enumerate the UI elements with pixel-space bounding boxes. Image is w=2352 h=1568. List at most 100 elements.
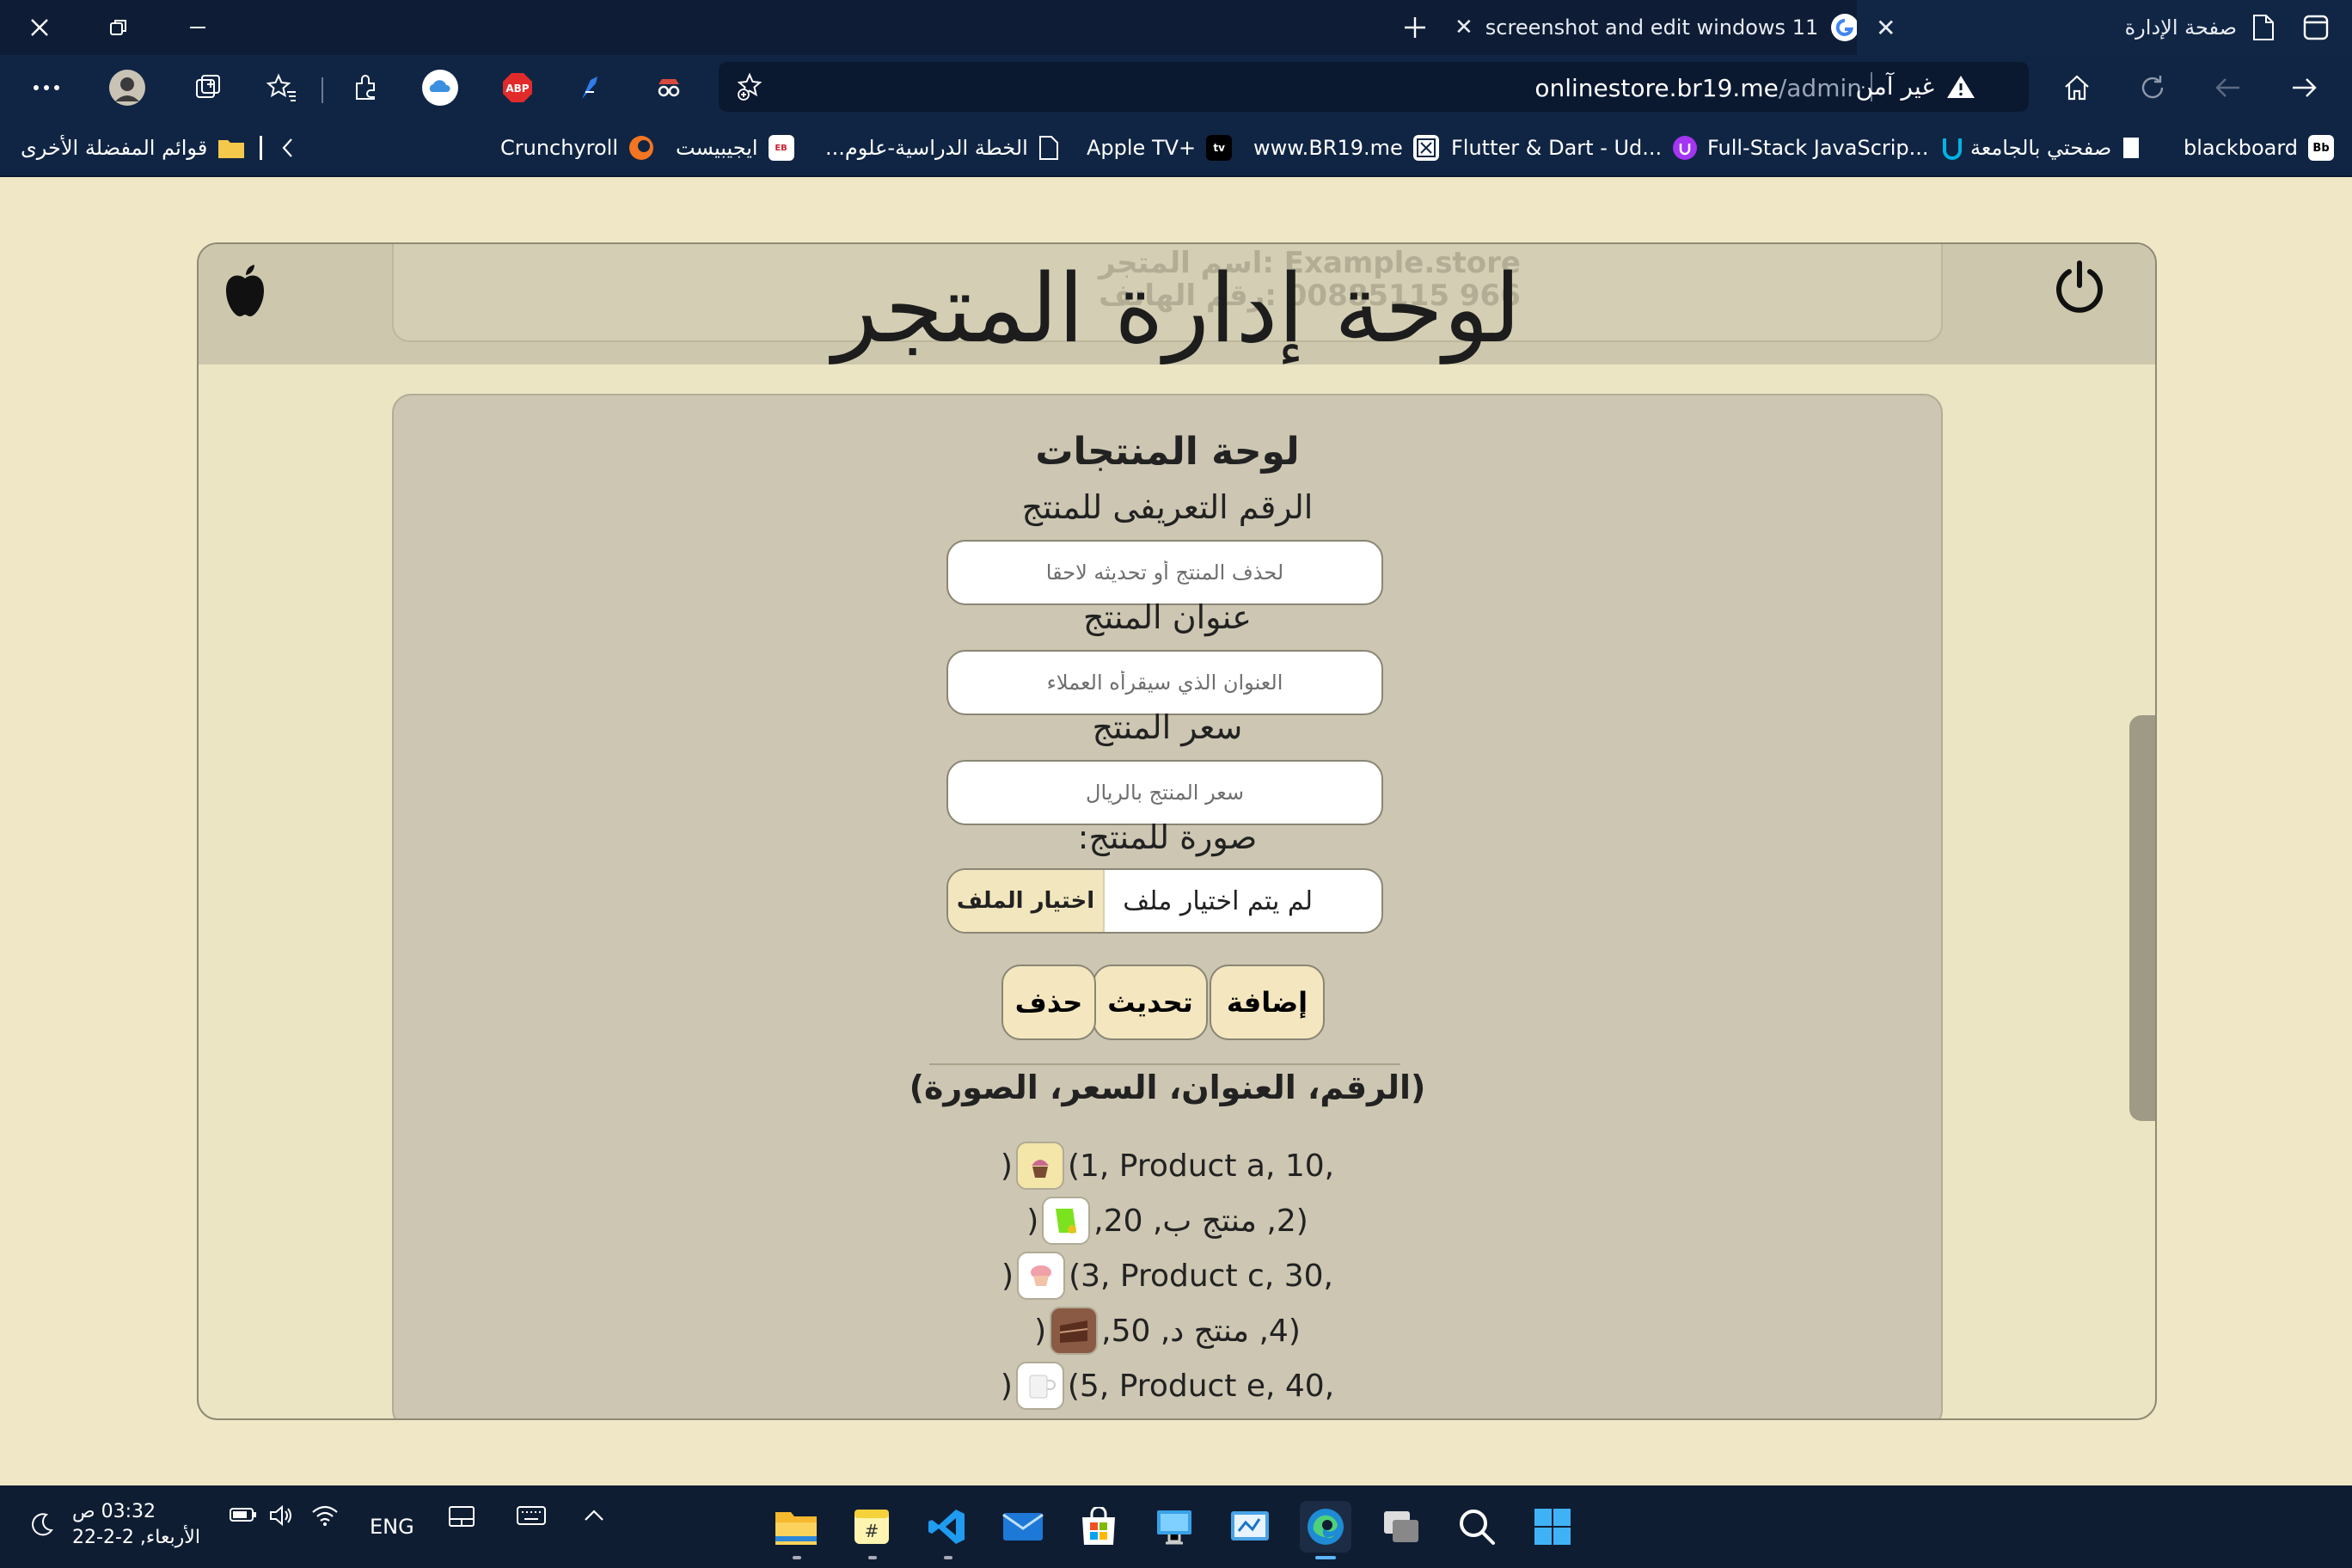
tab-screenshot[interactable]: ✕ screenshot and edit windows 11: [1455, 0, 1859, 55]
product-row: ) (4, منتج د, 50,: [394, 1305, 1941, 1357]
control-panel-icon[interactable]: [1224, 1501, 1276, 1553]
favorites-scroll-left[interactable]: [280, 129, 296, 167]
green-bag-thumbnail: [1042, 1197, 1091, 1245]
security-label: غير آمن: [1855, 72, 1934, 101]
collections-icon[interactable]: [187, 67, 229, 108]
pen-extension-icon[interactable]: [571, 67, 612, 108]
tab-actions-icon[interactable]: [2302, 14, 2330, 41]
add-button[interactable]: إضافة: [1210, 965, 1325, 1040]
show-hidden-icons[interactable]: [581, 1504, 607, 1527]
favorite-study-plan[interactable]: الخطة الدراسية-علوم...: [825, 129, 1059, 167]
security-indicator[interactable]: غير آمن: [1855, 72, 1975, 101]
product-price-input[interactable]: [946, 760, 1383, 825]
favorite-blackboard[interactable]: blackboard Bb: [2184, 129, 2335, 167]
favorite-egybest[interactable]: ايجيبيست EB: [676, 129, 794, 167]
sticky-notes-icon[interactable]: #: [846, 1501, 897, 1559]
refresh-icon[interactable]: [2132, 67, 2173, 108]
document-icon: [1038, 135, 1059, 161]
page-title: لوحة إدارة المتجر: [832, 254, 1522, 364]
notification-moon-icon[interactable]: [29, 1511, 55, 1537]
br19-icon: [1412, 135, 1439, 161]
favorites-icon[interactable]: [261, 67, 303, 108]
apple-tv-icon: tv: [1206, 135, 1233, 161]
microsoft-store-icon[interactable]: [1073, 1501, 1124, 1553]
delete-button[interactable]: حذف: [1001, 965, 1096, 1040]
other-favorites[interactable]: قوائم المفضلة الأخرى: [21, 129, 245, 167]
apple-logo-icon[interactable]: [221, 263, 269, 318]
battery-icon[interactable]: [229, 1504, 258, 1525]
back-icon[interactable]: [2283, 67, 2324, 108]
product-row: ) (5, Product e, 40,: [394, 1360, 1941, 1412]
forward-icon[interactable]: [2208, 67, 2249, 108]
google-favicon-icon: [1830, 13, 1859, 42]
profile-avatar[interactable]: [107, 67, 148, 108]
wifi-icon[interactable]: [311, 1504, 339, 1527]
favorite-apple-tv[interactable]: Apple TV+ tv: [1087, 129, 1233, 167]
window-close-icon[interactable]: [19, 7, 60, 48]
spy-extension-icon[interactable]: [648, 67, 689, 108]
favorites-divider: [260, 136, 262, 160]
taskbar: 03:32 ص الأربعاء, 2-2-22 ENG #: [0, 1485, 2352, 1568]
product-id-input[interactable]: [946, 540, 1383, 605]
task-view-icon[interactable]: [1375, 1501, 1427, 1553]
favorite-university-page[interactable]: صفحتي بالجامعة: [1970, 129, 2141, 167]
choose-file-button[interactable]: اختيار الملف: [948, 870, 1105, 932]
favorite-crunchyroll[interactable]: Crunchyroll: [500, 129, 654, 167]
address-bar[interactable]: onlinestore.br19.me/admin غير آمن: [719, 62, 2029, 112]
product-image-label: صورة للمنتج:: [1077, 818, 1258, 856]
favorite-flutter-dart[interactable]: Flutter & Dart - Ud...: [1451, 129, 1698, 167]
file-explorer-icon[interactable]: [770, 1501, 822, 1559]
udemy-icon: [1672, 135, 1698, 161]
file-status-text: لم يتم اختيار ملف: [1123, 885, 1313, 916]
product-title-input[interactable]: [946, 650, 1383, 715]
blackboard-icon: Bb: [2308, 135, 2335, 161]
folder-icon: [217, 137, 245, 159]
volume-icon[interactable]: [268, 1504, 294, 1527]
more-menu-icon[interactable]: [26, 67, 67, 108]
power-logout-icon[interactable]: [2052, 260, 2107, 315]
cloud-extension-icon[interactable]: [420, 67, 461, 108]
product-row: ) (3, Product c, 30,: [394, 1250, 1941, 1302]
clock[interactable]: 03:32 ص الأربعاء, 2-2-22: [72, 1499, 200, 1551]
favorite-br19[interactable]: www.BR19.me: [1253, 129, 1439, 167]
page-favicon-icon: [2252, 14, 2275, 41]
product-row: ) (2, منتج ب, 20,: [394, 1195, 1941, 1246]
adblock-plus-icon[interactable]: ABP: [497, 67, 538, 108]
chocolate-cake-thumbnail: [1050, 1307, 1099, 1355]
favorites-bar: قوائم المفضلة الأخرى Crunchyroll ايجيبيس…: [0, 120, 2352, 177]
crunchyroll-icon: [628, 135, 654, 161]
document-icon: [2122, 136, 2141, 160]
mail-icon[interactable]: [997, 1501, 1049, 1553]
vscode-icon[interactable]: [922, 1501, 973, 1559]
browser-tab-bar: ✕ screenshot and edit windows 11 ✕ صفحة …: [0, 0, 2352, 55]
extensions-icon[interactable]: [346, 67, 387, 108]
window-restore-icon[interactable]: [98, 7, 139, 48]
add-favorite-star-icon[interactable]: [736, 72, 767, 101]
product-row: ) (1, Product a, 10,: [394, 1140, 1941, 1191]
udacity-icon: [1939, 135, 1965, 161]
svg-text:#: #: [865, 1521, 879, 1541]
tab-admin[interactable]: ✕ صفحة الإدارة: [1857, 0, 2352, 55]
cupcake-thumbnail: [1015, 1142, 1064, 1190]
remote-desktop-icon[interactable]: [1148, 1501, 1200, 1553]
update-button[interactable]: تحديث: [1093, 965, 1208, 1040]
tab-close-icon[interactable]: ✕: [1455, 15, 1473, 40]
tab-close-icon[interactable]: ✕: [1876, 14, 1896, 42]
admin-panel: Example.store :اسم المتجر 966 00885115 :…: [197, 242, 2157, 1420]
language-indicator[interactable]: ENG: [370, 1515, 414, 1539]
window-minimize-icon[interactable]: [177, 7, 218, 48]
product-image-file-input[interactable]: اختيار الملف لم يتم اختيار ملف: [946, 868, 1383, 934]
touch-keyboard-icon[interactable]: [516, 1504, 547, 1527]
home-icon[interactable]: [2056, 67, 2098, 108]
products-heading: لوحة المنتجات: [1035, 430, 1300, 474]
edge-browser-icon[interactable]: [1300, 1501, 1351, 1559]
favorite-fullstack-js[interactable]: Full-Stack JavaScrip...: [1707, 129, 1965, 167]
page-scrollbar[interactable]: [2129, 715, 2155, 1121]
tablet-mode-icon[interactable]: [447, 1504, 476, 1528]
new-tab-icon[interactable]: [1394, 7, 1436, 48]
search-icon[interactable]: [1451, 1501, 1503, 1553]
product-title-label: عنوان المنتج: [1083, 598, 1252, 636]
tab-title: صفحة الإدارة: [2124, 15, 2237, 40]
start-menu-icon[interactable]: [1527, 1501, 1578, 1553]
warning-icon: [1946, 74, 1975, 100]
